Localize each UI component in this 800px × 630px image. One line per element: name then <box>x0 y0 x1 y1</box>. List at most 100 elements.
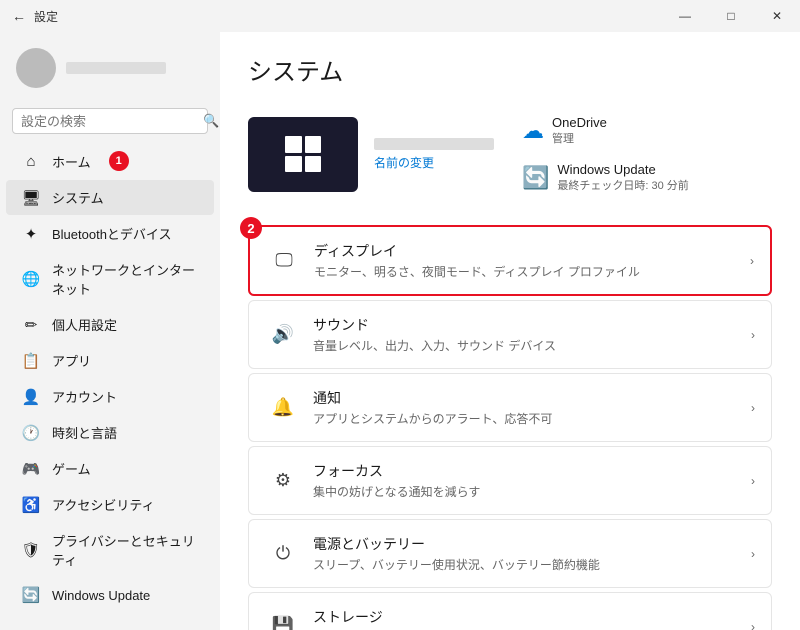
nav-icon-accessibility: ♿ <box>22 496 40 514</box>
titlebar-left: ← 設定 <box>12 8 58 25</box>
nav-icon-personal: ✏ <box>22 316 40 334</box>
sidebar: 🔍 ⌂ ホーム 1 🖥 システム ✦Bluetoothとデバイス 🌐 ネットワークとインターネ… <box>0 32 220 630</box>
rename-link[interactable]: 名前の変更 <box>374 154 494 171</box>
sidebar-item-accessibility[interactable]: ♿ アクセシビリティ <box>6 487 214 522</box>
top-cards: 名前の変更 ☁OneDrive管理🔄Windows Update最終チェック日時… <box>248 107 772 201</box>
service-card-windowsupdate[interactable]: 🔄 Windows Update最終チェック日時: 30 分前 <box>510 154 701 201</box>
settings-list: 2🖵ディスプレイモニター、明るさ、夜間モード、ディスプレイ プロファイル›🔊サウ… <box>248 225 772 630</box>
settings-item-power[interactable]: ⏻ 電源とバッテリースリープ、バッテリー使用状況、バッテリー節約機能› <box>248 519 772 588</box>
nav-label-personal: 個人用設定 <box>52 315 117 334</box>
profile-name <box>66 62 166 74</box>
settings-icon-power: ⏻ <box>265 536 301 572</box>
settings-text-focus: フォーカス集中の妨げとなる通知を減らす <box>313 461 751 500</box>
settings-icon-sound: 🔊 <box>265 317 301 353</box>
nav-label-bluetooth: Bluetoothとデバイス <box>52 224 172 243</box>
nav-icon-home: ⌂ <box>22 152 40 170</box>
titlebar-controls: — □ ✕ <box>662 0 800 32</box>
chevron-icon-sound: › <box>751 328 755 342</box>
chevron-icon-focus: › <box>751 474 755 488</box>
settings-title-notifications: 通知 <box>313 388 751 408</box>
settings-text-notifications: 通知アプリとシステムからのアラート、応答不可 <box>313 388 751 427</box>
sidebar-item-privacy[interactable]: 🛡プライバシーとセキュリティ <box>6 523 214 577</box>
settings-icon-notifications: 🔔 <box>265 390 301 426</box>
settings-title-sound: サウンド <box>313 315 751 335</box>
close-button[interactable]: ✕ <box>754 0 800 32</box>
service-sub-onedrive: 管理 <box>552 130 607 146</box>
nav-label-home: ホーム <box>52 152 91 171</box>
nav-label-system: システム <box>52 188 104 207</box>
nav-icon-gaming: 🎮 <box>22 460 40 478</box>
settings-item-sound[interactable]: 🔊 サウンド音量レベル、出力、入力、サウンド デバイス› <box>248 300 772 369</box>
nav-items: ⌂ ホーム 1 🖥 システム ✦Bluetoothとデバイス 🌐 ネットワークとインターネット… <box>0 142 220 613</box>
sidebar-item-gaming[interactable]: 🎮 ゲーム <box>6 451 214 486</box>
device-name-bar <box>374 138 494 150</box>
nav-label-time: 時刻と言語 <box>52 423 117 442</box>
service-cards: ☁OneDrive管理🔄Windows Update最終チェック日時: 30 分… <box>510 107 701 201</box>
nav-label-apps: アプリ <box>52 351 91 370</box>
service-name-windowsupdate: Windows Update <box>557 162 688 177</box>
settings-icon-display: 🖵 <box>266 243 302 279</box>
service-info-windowsupdate: Windows Update最終チェック日時: 30 分前 <box>557 162 688 193</box>
content-area: システム 名前の変更 ☁OneDrive管理🔄Windows Update最終チ… <box>220 32 800 630</box>
service-sub-windowsupdate: 最終チェック日時: 30 分前 <box>557 177 688 193</box>
service-info-onedrive: OneDrive管理 <box>552 115 607 146</box>
settings-item-display[interactable]: 2🖵ディスプレイモニター、明るさ、夜間モード、ディスプレイ プロファイル› <box>248 225 772 296</box>
settings-item-storage[interactable]: 💾ストレージストレージ領域、ドライブ、構成ルール› <box>248 592 772 630</box>
settings-text-display: ディスプレイモニター、明るさ、夜間モード、ディスプレイ プロファイル <box>314 241 750 280</box>
app-container: 🔍 ⌂ ホーム 1 🖥 システム ✦Bluetoothとデバイス 🌐 ネットワークとインターネ… <box>0 32 800 630</box>
titlebar: ← 設定 — □ ✕ <box>0 0 800 32</box>
nav-label-gaming: ゲーム <box>52 459 91 478</box>
sidebar-item-home[interactable]: ⌂ ホーム 1 <box>6 143 214 179</box>
nav-icon-system: 🖥 <box>22 189 40 207</box>
sidebar-item-accounts[interactable]: 👤 アカウント <box>6 379 214 414</box>
settings-desc-focus: 集中の妨げとなる通知を減らす <box>313 483 751 500</box>
search-box[interactable]: 🔍 <box>12 108 208 134</box>
page-title: システム <box>248 52 772 87</box>
settings-icon-storage: 💾 <box>265 609 301 630</box>
titlebar-title: 設定 <box>34 8 58 25</box>
settings-title-storage: ストレージ <box>313 607 751 627</box>
service-card-onedrive[interactable]: ☁ OneDrive管理 <box>510 107 701 154</box>
device-name-area: 名前の変更 <box>374 138 494 171</box>
settings-desc-sound: 音量レベル、出力、入力、サウンド デバイス <box>313 337 751 354</box>
chevron-icon-notifications: › <box>751 401 755 415</box>
settings-title-display: ディスプレイ <box>314 241 750 261</box>
nav-label-privacy: プライバシーとセキュリティ <box>52 531 198 569</box>
nav-label-accessibility: アクセシビリティ <box>52 495 155 514</box>
nav-icon-apps: 📋 <box>22 352 40 370</box>
win11-logo <box>285 136 321 172</box>
settings-item-notifications[interactable]: 🔔 通知アプリとシステムからのアラート、応答不可› <box>248 373 772 442</box>
settings-text-sound: サウンド音量レベル、出力、入力、サウンド デバイス <box>313 315 751 354</box>
search-icon: 🔍 <box>203 113 219 129</box>
sidebar-profile <box>0 40 220 104</box>
nav-label-windowsupdate: Windows Update <box>52 588 150 603</box>
chevron-icon-power: › <box>751 547 755 561</box>
service-icon-onedrive: ☁ <box>522 118 544 144</box>
annotation-badge-1: 1 <box>109 151 129 171</box>
minimize-button[interactable]: — <box>662 0 708 32</box>
sidebar-item-bluetooth[interactable]: ✦Bluetoothとデバイス <box>6 216 214 251</box>
settings-desc-power: スリープ、バッテリー使用状況、バッテリー節約機能 <box>313 556 751 573</box>
device-card <box>248 117 358 192</box>
nav-label-network: ネットワークとインターネット <box>52 260 198 298</box>
sidebar-item-apps[interactable]: 📋 アプリ <box>6 343 214 378</box>
maximize-button[interactable]: □ <box>708 0 754 32</box>
sidebar-item-system[interactable]: 🖥 システム <box>6 180 214 215</box>
nav-label-accounts: アカウント <box>52 387 117 406</box>
search-input[interactable] <box>21 114 197 129</box>
sidebar-item-network[interactable]: 🌐 ネットワークとインターネット <box>6 252 214 306</box>
back-button[interactable]: ← <box>12 8 26 24</box>
sidebar-item-time[interactable]: 🕐時刻と言語 <box>6 415 214 450</box>
avatar <box>16 48 56 88</box>
settings-desc-display: モニター、明るさ、夜間モード、ディスプレイ プロファイル <box>314 263 750 280</box>
settings-item-focus[interactable]: ⚙フォーカス集中の妨げとなる通知を減らす› <box>248 446 772 515</box>
annotation-badge-2: 2 <box>240 217 262 239</box>
sidebar-item-personal[interactable]: ✏ 個人用設定 <box>6 307 214 342</box>
nav-icon-accounts: 👤 <box>22 388 40 406</box>
nav-icon-windowsupdate: 🔄 <box>22 586 40 604</box>
sidebar-item-windowsupdate[interactable]: 🔄 Windows Update <box>6 578 214 612</box>
nav-icon-network: 🌐 <box>22 270 40 288</box>
service-icon-windowsupdate: 🔄 <box>522 165 549 191</box>
service-name-onedrive: OneDrive <box>552 115 607 130</box>
settings-text-power: 電源とバッテリースリープ、バッテリー使用状況、バッテリー節約機能 <box>313 534 751 573</box>
